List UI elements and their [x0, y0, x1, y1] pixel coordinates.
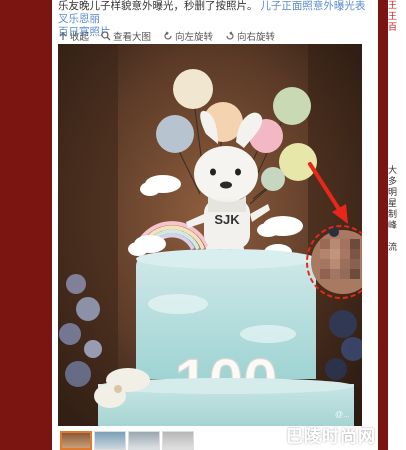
image-toolbar: 收起 查看大图 向左旋转 向右旋转 — [58, 29, 275, 43]
thumbnail-strip — [60, 431, 194, 450]
right-sidebar-line — [388, 154, 406, 165]
watermark-handle: @... — [335, 410, 350, 419]
view-large-button[interactable]: 查看大图 — [101, 29, 151, 43]
right-sidebar-line — [388, 88, 406, 99]
right-sidebar-line: 制 — [388, 209, 398, 219]
post-photo[interactable]: SJK 100 — [58, 44, 362, 426]
site-watermark: 巴陵时尚网 — [286, 427, 376, 446]
thumbnail-2[interactable] — [94, 431, 126, 450]
thumbnail-1[interactable] — [60, 431, 92, 450]
post-card: 乐友晚儿子样貌意外曝光，秒删了按照片。 儿子正面照意外曝光表叉乐恩丽 百日宴照片… — [52, 0, 378, 450]
right-sidebar-line — [388, 143, 406, 154]
right-sidebar-line — [388, 110, 406, 121]
thumbnail-4[interactable] — [162, 431, 194, 450]
cake-topper-text: SJK — [214, 212, 240, 227]
magnifier-icon — [101, 31, 111, 41]
right-sidebar-line: 大 — [388, 165, 398, 175]
right-sidebar-line — [388, 121, 406, 132]
right-sidebar-line: 流 — [388, 242, 398, 252]
right-sidebar: 王王百 大多明星制峰 流 — [388, 0, 406, 450]
thumbnail-3[interactable] — [128, 431, 160, 450]
right-sidebar-line: 百 — [388, 22, 398, 32]
rotate-left-button[interactable]: 向左旋转 — [163, 29, 213, 43]
cake-illustration: SJK 100 — [58, 44, 362, 426]
right-sidebar-line — [388, 275, 406, 286]
right-sidebar-line: 多 — [388, 176, 398, 186]
post-text-line1: 乐友晚儿子样貌意外曝光，秒删了按照片。 — [58, 0, 258, 12]
right-sidebar-line — [388, 253, 406, 264]
right-sidebar-line: 王 — [388, 11, 398, 21]
arrow-up-icon — [59, 32, 67, 40]
rotate-left-label: 向左旋转 — [175, 32, 214, 43]
right-sidebar-text: 王王百 大多明星制峰 流 — [388, 0, 406, 286]
view-large-label: 查看大图 — [113, 32, 152, 43]
rotate-right-icon — [226, 31, 234, 40]
right-sidebar-line — [388, 132, 406, 143]
right-sidebar-line — [388, 44, 406, 55]
right-sidebar-line: 明 — [388, 187, 398, 197]
rotate-right-label: 向右旋转 — [237, 32, 276, 43]
right-sidebar-line — [388, 55, 406, 66]
collapse-button[interactable]: 收起 — [58, 29, 89, 43]
right-sidebar-line — [388, 231, 406, 242]
right-sidebar-line — [388, 33, 406, 44]
right-sidebar-line — [388, 66, 406, 77]
rotate-right-button[interactable]: 向右旋转 — [225, 29, 275, 43]
right-sidebar-line — [388, 264, 406, 275]
right-sidebar-line: 王 — [388, 0, 398, 10]
collapse-label: 收起 — [70, 32, 90, 43]
rotate-left-icon — [164, 31, 172, 40]
right-sidebar-line — [388, 77, 406, 88]
right-sidebar-line: 星 — [388, 198, 398, 208]
right-sidebar-line: 峰 — [388, 220, 398, 230]
right-sidebar-line — [388, 99, 406, 110]
